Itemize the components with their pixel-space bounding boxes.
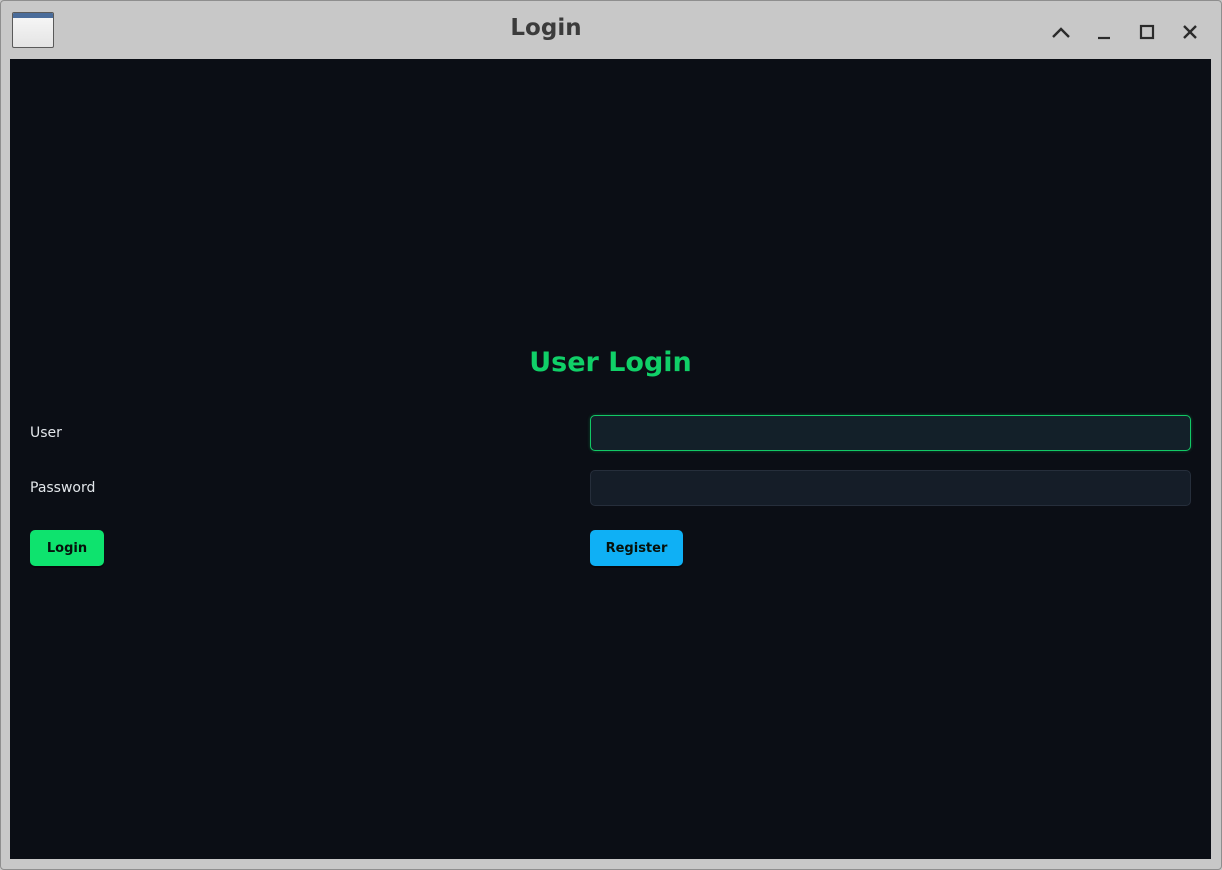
maximize-button[interactable] bbox=[1133, 18, 1161, 46]
close-button[interactable] bbox=[1176, 18, 1204, 46]
form-heading: User Login bbox=[529, 347, 692, 378]
user-label: User bbox=[30, 425, 62, 441]
chevron-up-icon bbox=[1051, 25, 1071, 39]
shade-button[interactable] bbox=[1047, 18, 1075, 46]
maximize-icon bbox=[1139, 24, 1155, 40]
window-title: Login bbox=[510, 15, 582, 41]
minimize-button[interactable] bbox=[1090, 18, 1118, 46]
title-bar[interactable]: Login bbox=[1, 1, 1221, 59]
login-button[interactable]: Login bbox=[30, 530, 104, 566]
register-button[interactable]: Register bbox=[590, 530, 683, 566]
password-input[interactable] bbox=[590, 470, 1191, 506]
minimize-icon bbox=[1096, 24, 1112, 40]
close-icon bbox=[1181, 23, 1199, 41]
password-label: Password bbox=[30, 480, 96, 496]
login-panel: User Login User Password Login Register bbox=[10, 59, 1211, 859]
user-input[interactable] bbox=[590, 415, 1191, 451]
login-window: Login User Login User Password Login Reg… bbox=[0, 0, 1222, 870]
